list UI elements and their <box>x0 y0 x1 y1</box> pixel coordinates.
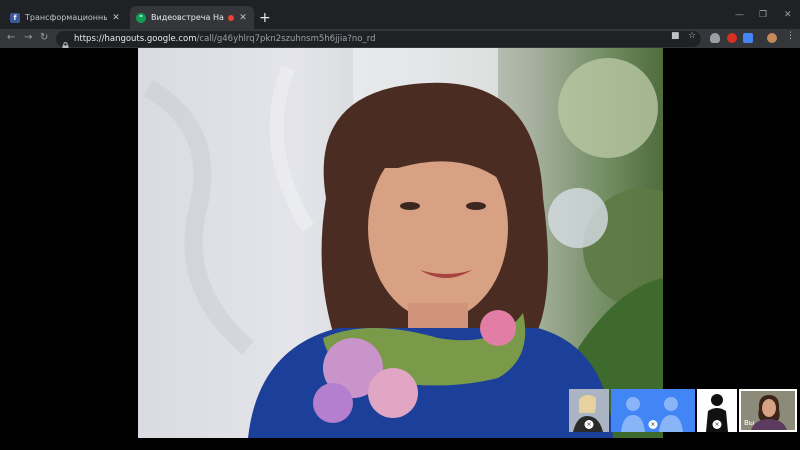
main-video-feed <box>138 48 663 438</box>
window-close-icon[interactable]: ✕ <box>784 10 792 20</box>
video-frame-illustration <box>143 48 663 438</box>
camera-icon[interactable]: ■ <box>671 31 680 41</box>
url-text: https://hangouts.google.com/call/g46yhlr… <box>74 34 376 44</box>
participant-thumbnail-silhouette[interactable]: ⨯ <box>697 389 737 432</box>
self-view-thumbnail[interactable]: Вы <box>739 389 797 432</box>
hangouts-icon: " <box>136 12 146 23</box>
call-area: ⨯ ⨯ ⨯ Вы <box>0 48 800 450</box>
tab-strip: f Трансформационные игры "Д... ✕ " Видео… <box>0 0 800 29</box>
tab-title: Видеовстреча Hangouts <box>151 13 224 22</box>
participant-strip: ⨯ ⨯ ⨯ Вы <box>569 389 797 432</box>
address-bar[interactable]: https://hangouts.google.com/call/g46yhlr… <box>56 31 701 50</box>
bookmark-star-icon[interactable]: ☆ <box>688 31 696 41</box>
forward-icon[interactable]: → <box>24 31 32 45</box>
translate-extension-icon[interactable] <box>743 33 753 43</box>
self-label: Вы <box>744 419 755 427</box>
close-icon[interactable]: ✕ <box>111 13 121 23</box>
tab-title: Трансформационные игры "Д... <box>25 13 107 22</box>
recording-indicator-icon <box>228 14 234 21</box>
browser-toolbar: ← → ↻ https://hangouts.google.com/call/g… <box>0 29 800 50</box>
participant-thumbnail-photo[interactable]: ⨯ <box>569 389 609 432</box>
minimize-icon[interactable]: — <box>735 10 744 20</box>
maximize-icon[interactable]: ❐ <box>759 10 767 20</box>
new-tab-button[interactable]: + <box>259 11 271 25</box>
browser-chrome: f Трансформационные игры "Д... ✕ " Видео… <box>0 0 800 50</box>
reload-icon[interactable]: ↻ <box>40 31 48 45</box>
back-icon[interactable]: ← <box>7 31 15 45</box>
menu-icon[interactable]: ⋮ <box>786 31 795 41</box>
mic-off-icon: ⨯ <box>712 420 722 429</box>
close-icon[interactable]: ✕ <box>238 13 248 23</box>
facebook-icon: f <box>10 12 20 23</box>
extension-badge-icon[interactable] <box>727 33 737 43</box>
tab-facebook[interactable]: f Трансформационные игры "Д... ✕ <box>4 6 127 29</box>
lock-icon <box>62 35 69 50</box>
mic-off-icon: ⨯ <box>648 420 658 429</box>
shield-extension-icon[interactable] <box>710 33 720 43</box>
mic-off-icon: ⨯ <box>584 420 594 429</box>
tab-hangouts[interactable]: " Видеовстреча Hangouts ✕ <box>130 6 254 29</box>
participant-thumbnail-group[interactable]: ⨯ <box>611 389 695 432</box>
profile-avatar-icon[interactable] <box>767 33 777 43</box>
